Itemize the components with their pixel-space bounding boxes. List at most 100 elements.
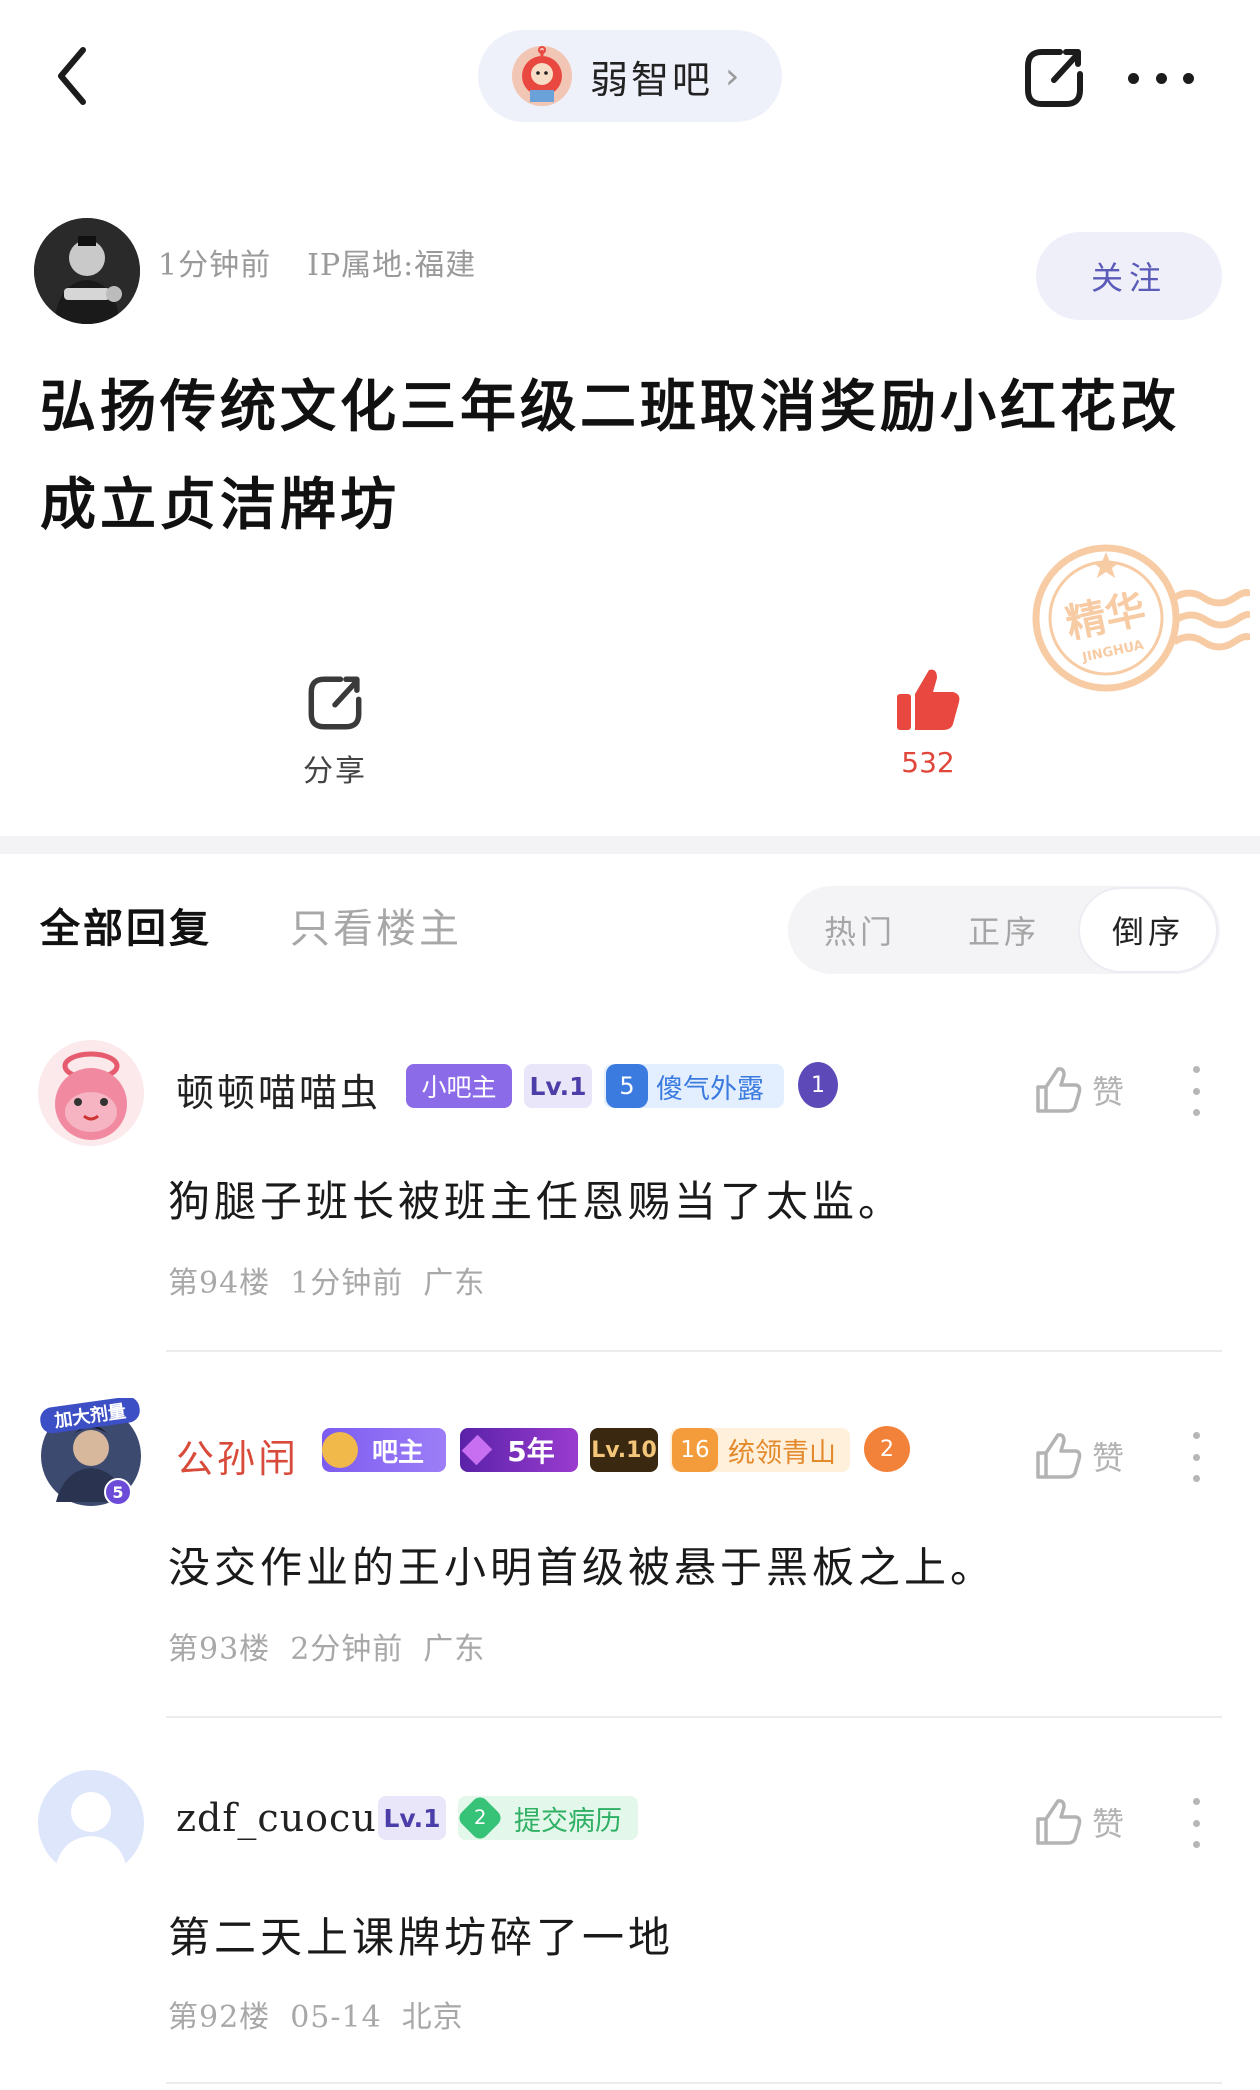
share-edit-icon — [308, 676, 362, 730]
post-time: 1分钟前 — [158, 248, 272, 283]
thumbs-up-icon — [1036, 1067, 1082, 1113]
comment-body: 第二天上课牌坊碎了一地 — [168, 1913, 675, 1962]
floor-number: 第94楼 — [168, 1266, 271, 1301]
ip-location: IP属地:福建 — [307, 248, 477, 283]
thumbs-up-icon — [1036, 1799, 1082, 1845]
dot-icon — [1192, 1841, 1200, 1848]
comment-more-button[interactable] — [1186, 1798, 1206, 1848]
back-button[interactable] — [48, 44, 96, 108]
edit-share-button[interactable] — [1020, 44, 1088, 112]
comment-body: 狗腿子班长被班主任恩赐当了太监。 — [168, 1177, 905, 1226]
comment-username[interactable]: 公孙闬 — [176, 1428, 299, 1483]
comment-divider — [166, 2082, 1222, 2084]
comment-avatar[interactable]: 加大剂量 5 — [38, 1396, 144, 1506]
title-level: 2 — [473, 1806, 487, 1830]
dot-icon — [1183, 72, 1194, 84]
comment-time: 1分钟前 — [290, 1266, 404, 1301]
level-badge: Lv.10 — [590, 1428, 658, 1472]
floor-number: 第92楼 — [168, 2000, 271, 2035]
dot-icon — [1192, 1819, 1200, 1827]
comment-divider — [166, 1350, 1222, 1352]
dot-icon — [1192, 1087, 1200, 1095]
comment-more-button[interactable] — [1186, 1066, 1206, 1116]
forum-pill[interactable]: 弱智吧 › — [478, 30, 782, 122]
title-text: 傻气外露 — [656, 1073, 764, 1105]
forum-avatar — [512, 46, 572, 106]
share-button[interactable]: 分享 — [290, 672, 380, 790]
chevron-right-icon: › — [725, 55, 740, 97]
comment-like-button[interactable]: 赞 — [1034, 1792, 1144, 1852]
title-text: 提交病历 — [514, 1805, 622, 1837]
title-level: 16 — [672, 1428, 718, 1472]
comment-location: 广东 — [423, 1632, 486, 1667]
more-menu-button[interactable] — [1128, 54, 1194, 102]
role-text: 吧主 — [371, 1437, 424, 1468]
like-label: 赞 — [1092, 1073, 1125, 1111]
comment-more-button[interactable] — [1186, 1432, 1206, 1482]
role-badge: 吧主 — [322, 1428, 446, 1472]
sort-descending[interactable]: 倒序 — [1080, 889, 1216, 971]
forum-name: 弱智吧 — [590, 57, 714, 102]
rank-badge: 1 — [798, 1062, 838, 1108]
dot-icon — [1155, 72, 1167, 84]
share-edit-icon — [1025, 49, 1083, 107]
floor-number: 第93楼 — [168, 1632, 271, 1667]
thumbs-up-filled-icon — [897, 669, 960, 730]
sort-hot[interactable]: 热门 — [788, 886, 932, 974]
share-label: 分享 — [303, 754, 367, 789]
like-button[interactable]: 532 — [880, 664, 976, 779]
tab-op-only[interactable]: 只看楼主 — [290, 896, 462, 954]
level-badge: Lv.1 — [524, 1064, 592, 1108]
jinghua-stamp: 精华 JINGHUA — [1024, 538, 1254, 698]
comment-meta: 第94楼 1分钟前 广东 — [168, 1258, 485, 1302]
comment-username[interactable]: 顿顿喵喵虫 — [176, 1062, 381, 1117]
comment-username[interactable]: zdf_cuocuo — [176, 1796, 401, 1840]
like-label: 赞 — [1092, 1439, 1125, 1477]
sort-ascending[interactable]: 正序 — [932, 886, 1076, 974]
comment-location: 北京 — [401, 2000, 464, 2035]
dot-icon — [1128, 72, 1139, 84]
title-badge: 16 统领青山 — [670, 1428, 850, 1472]
crown-icon — [322, 1432, 358, 1468]
title-text: 统领青山 — [728, 1437, 836, 1469]
gem-icon — [461, 1434, 493, 1466]
thumbs-up-icon — [1036, 1433, 1082, 1479]
tab-all-replies[interactable]: 全部回复 — [40, 896, 212, 954]
dot-icon — [1192, 1109, 1200, 1116]
comment-like-button[interactable]: 赞 — [1034, 1426, 1144, 1486]
dot-icon — [1192, 1432, 1200, 1439]
comment-avatar[interactable] — [38, 1040, 144, 1146]
comment-time: 2分钟前 — [290, 1632, 404, 1667]
comment-like-button[interactable]: 赞 — [1034, 1060, 1144, 1120]
comment-avatar[interactable] — [38, 1770, 144, 1876]
years-badge: 5年 — [460, 1428, 578, 1472]
title-level: 5 — [606, 1064, 648, 1108]
dot-icon — [1192, 1475, 1200, 1482]
dot-icon — [1192, 1066, 1200, 1073]
comment-time: 05-14 — [290, 2000, 382, 2035]
follow-button[interactable]: 关注 — [1036, 232, 1222, 320]
level-badge: Lv.1 — [378, 1796, 446, 1840]
title-level-diamond: 2 — [455, 1793, 505, 1843]
dot-icon — [1192, 1798, 1200, 1805]
like-label: 赞 — [1092, 1805, 1125, 1843]
title-badge: 2 提交病历 — [455, 1793, 638, 1843]
rank-badge: 2 — [864, 1426, 910, 1472]
sort-toggle: 热门 正序 倒序 — [788, 886, 1220, 974]
comment-location: 广东 — [423, 1266, 486, 1301]
comment-divider — [166, 1716, 1222, 1718]
post-title: 弘扬传统文化三年级二班取消奖励小红花改成立贞洁牌坊 — [40, 374, 1180, 538]
years-text: 5年 — [507, 1435, 555, 1468]
avatar-level: 5 — [112, 1483, 123, 1502]
comment-body: 没交作业的王小明首级被悬于黑板之上。 — [168, 1543, 997, 1592]
author-avatar[interactable] — [34, 218, 140, 324]
comment-meta: 第93楼 2分钟前 广东 — [168, 1624, 485, 1668]
dot-icon — [1192, 1453, 1200, 1461]
like-count: 532 — [901, 746, 955, 779]
section-divider — [0, 836, 1260, 854]
post-meta: 1分钟前 IP属地:福建 — [158, 240, 476, 284]
role-badge: 小吧主 — [406, 1064, 512, 1108]
chevron-left-icon — [58, 47, 86, 105]
comment-meta: 第92楼 05-14 北京 — [168, 1992, 464, 2036]
title-badge: 5 傻气外露 — [604, 1064, 784, 1108]
